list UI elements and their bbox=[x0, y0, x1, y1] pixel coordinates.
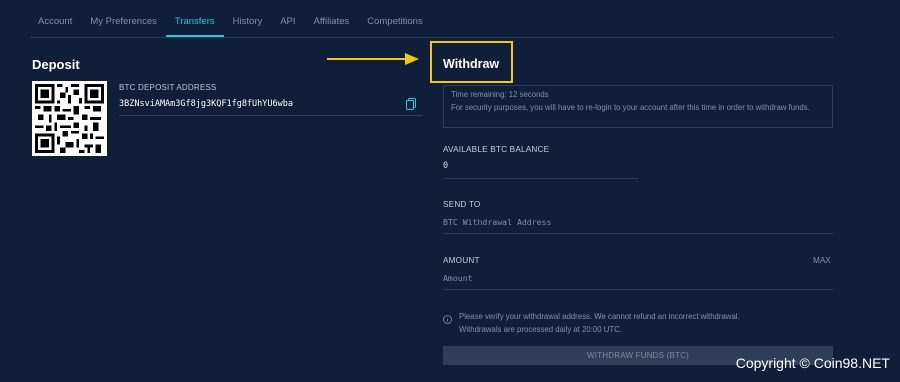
deposit-address-value[interactable]: 3BZNsviAMAm3Gf8jg3KQF1fg8fUhYU6wba bbox=[119, 99, 293, 109]
annotation-arrow-icon bbox=[327, 52, 419, 66]
withdrawal-info-text: Please verify your withdrawal address. W… bbox=[459, 310, 829, 336]
deposit-address-underline bbox=[119, 115, 422, 116]
deposit-address-label: BTC DEPOSIT ADDRESS bbox=[119, 83, 217, 92]
deposit-title: Deposit bbox=[32, 57, 80, 72]
tab-competitions[interactable]: Competitions bbox=[358, 8, 431, 37]
deposit-qr-code bbox=[32, 81, 107, 156]
max-button[interactable]: MAX bbox=[813, 256, 831, 265]
time-remaining-text: Time remaining: 12 seconds bbox=[451, 90, 549, 99]
tab-history[interactable]: History bbox=[224, 8, 272, 37]
balance-underline bbox=[443, 178, 638, 179]
settings-tabs: Account My Preferences Transfers History… bbox=[30, 8, 834, 38]
processing-time-message: Withdrawals are processed daily at 20:00… bbox=[459, 325, 622, 334]
tab-affiliates[interactable]: Affiliates bbox=[305, 8, 359, 37]
tab-my-preferences[interactable]: My Preferences bbox=[81, 8, 166, 37]
tab-account[interactable]: Account bbox=[30, 8, 81, 37]
send-to-underline bbox=[443, 233, 833, 234]
copyright-watermark: Copyright © Coin98.NET bbox=[735, 355, 890, 371]
balance-label: AVAILABLE BTC BALANCE bbox=[443, 145, 550, 154]
copy-icon[interactable] bbox=[406, 98, 416, 110]
send-to-input[interactable] bbox=[443, 215, 833, 229]
tab-api[interactable]: API bbox=[271, 8, 304, 37]
amount-input[interactable] bbox=[443, 271, 833, 285]
tab-transfers[interactable]: Transfers bbox=[165, 8, 224, 37]
amount-label: AMOUNT bbox=[443, 256, 480, 265]
send-to-label: SEND TO bbox=[443, 200, 481, 209]
security-message: For security purposes, you will have to … bbox=[451, 103, 810, 112]
security-notice: Time remaining: 12 seconds For security … bbox=[443, 85, 833, 128]
withdraw-title: Withdraw bbox=[443, 57, 500, 71]
info-icon bbox=[443, 311, 452, 324]
verify-address-message: Please verify your withdrawal address. W… bbox=[459, 312, 740, 321]
balance-value: 0 bbox=[443, 161, 449, 171]
amount-underline bbox=[443, 289, 833, 290]
